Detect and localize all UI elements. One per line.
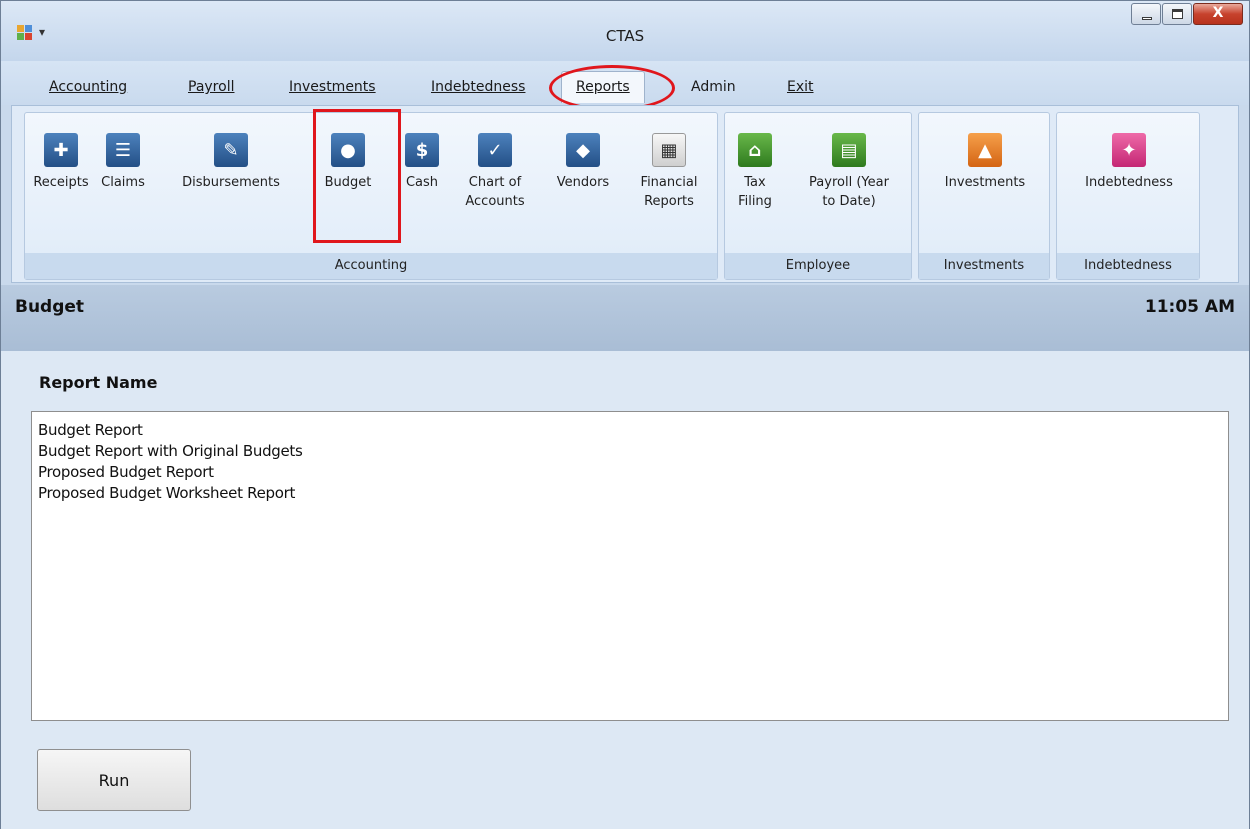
receipts-icon: ✚ [44,133,78,167]
button-label: to Date) [822,194,876,209]
indebtedness-icon: ✦ [1112,133,1146,167]
close-button[interactable]: X [1193,3,1243,25]
clock: 11:05 AM [1144,297,1235,317]
button-label: Tax [744,175,766,190]
payroll-ytd-button[interactable]: ▤ Payroll (Year to Date) [791,133,907,211]
list-item[interactable]: Proposed Budget Worksheet Report [38,483,1222,504]
button-label: Reports [644,194,694,209]
tab-payroll[interactable]: Payroll [188,79,234,95]
button-label: Disbursements [182,175,280,190]
tab-label: Exit [787,79,814,95]
budget-button-highlight-box [313,109,401,243]
payroll-document-icon: ▤ [832,133,866,167]
button-label: Chart of [468,175,522,190]
cash-icon: $ [405,133,439,167]
chart-of-accounts-icon: ✓ [478,133,512,167]
ribbon-group-indebtedness: ✦ Indebtedness Indebtedness [1056,112,1200,280]
ribbon-group-employee: ⌂ Tax Filing ▤ Payroll (Year to Date) Em… [724,112,912,280]
group-label: Indebtedness [1057,253,1199,279]
button-label: Accounts [465,194,525,209]
handshake-icon: ◆ [566,133,600,167]
title-bar: ▾ CTAS X [1,1,1249,61]
tab-label: Accounting [49,79,128,95]
button-label: Receipts [33,175,89,190]
close-icon: X [1212,5,1224,21]
maximize-icon [1172,9,1183,19]
claims-icon: ☰ [106,133,140,167]
calculator-icon: ▦ [652,133,686,167]
screen-header: Budget 11:05 AM [1,285,1249,351]
group-label: Employee [725,253,911,279]
tab-indebtedness[interactable]: Indebtedness [431,79,525,95]
tab-label: Payroll [188,79,235,95]
button-label: Payroll (Year [809,175,889,190]
list-item[interactable]: Proposed Budget Report [38,462,1222,483]
vendors-button[interactable]: ◆ Vendors [543,133,623,192]
cash-button[interactable]: $ Cash [399,133,445,192]
disbursements-icon: ✎ [214,133,248,167]
claims-button[interactable]: ☰ Claims [95,133,151,192]
tax-filing-button[interactable]: ⌂ Tax Filing [729,133,781,211]
tab-accounting[interactable]: Accounting [49,79,127,95]
ribbon: ✚ Receipts ☰ Claims ✎ Disbursements ● Bu… [11,105,1239,283]
chart-of-accounts-button[interactable]: ✓ Chart of Accounts [455,133,535,211]
button-label: Filing [738,194,772,209]
tab-investments[interactable]: Investments [289,79,376,95]
button-label: Investments [944,175,1026,190]
tab-exit[interactable]: Exit [787,79,814,95]
run-button[interactable]: Run [37,749,191,811]
tab-label: Admin [691,79,736,95]
button-label: Financial [640,175,698,190]
report-list[interactable]: Budget Report Budget Report with Origina… [31,411,1229,721]
list-item[interactable]: Budget Report [38,420,1222,441]
group-label: Investments [919,253,1049,279]
financial-reports-button[interactable]: ▦ Financial Reports [625,133,713,211]
ribbon-group-investments: ▲ Investments Investments [918,112,1050,280]
group-label: Accounting [25,253,717,279]
window-controls: X [1130,3,1243,25]
window-title: CTAS [605,27,645,45]
list-item[interactable]: Budget Report with Original Budgets [38,441,1222,462]
app-window: ▾ CTAS X Accounting Payroll Investments … [0,0,1250,829]
page-title: Budget [15,297,85,317]
minimize-button[interactable] [1131,3,1161,25]
main-content: Report Name Budget Report Budget Report … [1,351,1249,829]
report-name-header: Report Name [39,373,158,392]
maximize-button[interactable] [1162,3,1192,25]
button-label: Cash [405,175,439,190]
tab-label: Investments [289,79,376,95]
tab-label: Indebtedness [431,79,526,95]
button-label: Vendors [556,175,610,190]
bank-icon: ⌂ [738,133,772,167]
receipts-button[interactable]: ✚ Receipts [29,133,93,192]
disbursements-button[interactable]: ✎ Disbursements [155,133,307,192]
button-label: Claims [101,175,145,190]
tab-admin[interactable]: Admin [691,79,736,95]
investments-chart-icon: ▲ [968,133,1002,167]
button-label: Indebtedness [1085,175,1173,190]
investments-button[interactable]: ▲ Investments [927,133,1043,192]
indebtedness-button[interactable]: ✦ Indebtedness [1065,133,1193,192]
minimize-icon [1142,17,1152,20]
